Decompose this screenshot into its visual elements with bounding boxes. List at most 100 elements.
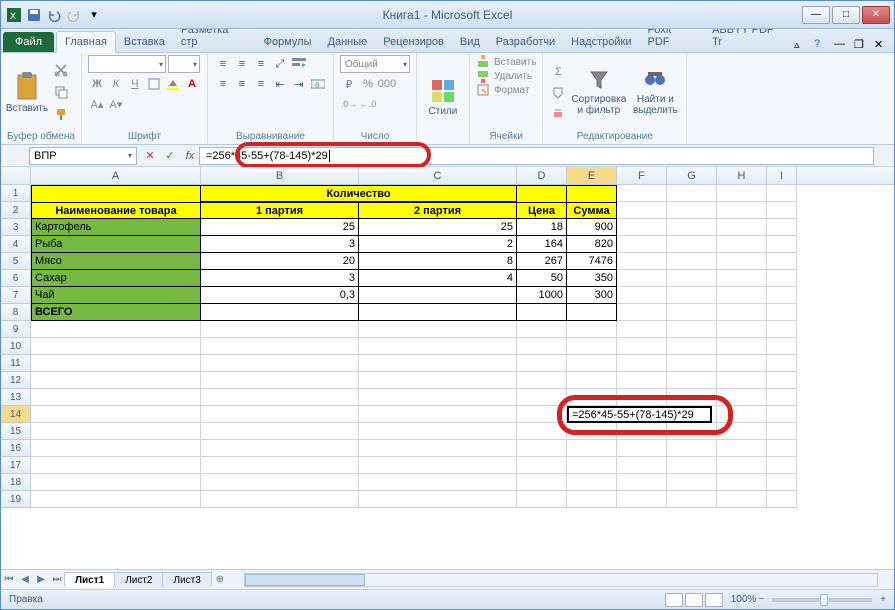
cell[interactable] bbox=[767, 236, 797, 253]
qat-more-icon[interactable]: ▾ bbox=[85, 6, 103, 24]
styles-button[interactable]: Стили bbox=[423, 55, 463, 140]
cell[interactable]: 7476 bbox=[567, 253, 617, 270]
cell[interactable] bbox=[667, 202, 717, 219]
view-pagebreak-icon[interactable] bbox=[705, 593, 723, 607]
cell[interactable] bbox=[617, 253, 667, 270]
font-size-combo[interactable] bbox=[168, 55, 200, 73]
align-middle-icon[interactable]: ≡ bbox=[233, 55, 251, 73]
cell[interactable] bbox=[617, 423, 667, 440]
cell[interactable]: 2 партия bbox=[359, 202, 517, 219]
font-color-icon[interactable]: A bbox=[183, 75, 201, 93]
cell[interactable] bbox=[717, 423, 767, 440]
fx-icon[interactable]: fx bbox=[181, 147, 199, 165]
cell[interactable] bbox=[567, 474, 617, 491]
redo-icon[interactable] bbox=[65, 6, 83, 24]
cell[interactable] bbox=[667, 185, 717, 202]
minimize-ribbon-icon[interactable]: ▵ bbox=[794, 38, 808, 52]
shrink-font-icon[interactable]: A▾ bbox=[107, 95, 125, 113]
cell[interactable] bbox=[359, 389, 517, 406]
percent-icon[interactable]: % bbox=[359, 75, 377, 93]
cell[interactable] bbox=[359, 287, 517, 304]
cell[interactable] bbox=[517, 355, 567, 372]
grid-rows[interactable]: 1Количество2Наименование товара1 партия2… bbox=[1, 185, 894, 569]
cell[interactable] bbox=[617, 219, 667, 236]
comma-icon[interactable]: 000 bbox=[378, 75, 396, 93]
cell[interactable] bbox=[359, 474, 517, 491]
cell[interactable]: Рыба bbox=[31, 236, 201, 253]
help-icon[interactable]: ? bbox=[814, 38, 828, 52]
horizontal-scrollbar[interactable] bbox=[244, 573, 878, 587]
cell[interactable]: 4 bbox=[359, 270, 517, 287]
cell[interactable] bbox=[567, 304, 617, 321]
italic-icon[interactable]: К bbox=[107, 75, 125, 93]
cell[interactable] bbox=[667, 321, 717, 338]
cell[interactable]: 50 bbox=[517, 270, 567, 287]
cell[interactable] bbox=[767, 406, 797, 423]
cell[interactable] bbox=[767, 202, 797, 219]
cell[interactable] bbox=[767, 304, 797, 321]
cell[interactable] bbox=[717, 491, 767, 508]
cell[interactable] bbox=[617, 491, 667, 508]
cell[interactable] bbox=[517, 406, 567, 423]
cell[interactable] bbox=[567, 491, 617, 508]
sheet-nav-first-icon[interactable]: ⏮ bbox=[1, 572, 17, 588]
col-header-C[interactable]: C bbox=[359, 167, 517, 184]
cell[interactable] bbox=[767, 219, 797, 236]
cell[interactable] bbox=[717, 457, 767, 474]
wrap-text-icon[interactable] bbox=[290, 55, 308, 73]
insert-cells-button[interactable]: Вставить bbox=[494, 57, 536, 68]
editing-cell[interactable]: =256*45-55+(78-145)*29 bbox=[567, 406, 712, 423]
cell[interactable] bbox=[717, 321, 767, 338]
cell[interactable] bbox=[767, 389, 797, 406]
cell[interactable]: Количество bbox=[201, 185, 517, 202]
cell[interactable]: Сумма bbox=[567, 202, 617, 219]
maximize-button[interactable]: □ bbox=[832, 6, 860, 24]
formula-input[interactable]: =256*45-55+(78-145)*29 bbox=[199, 147, 874, 165]
cell[interactable] bbox=[767, 185, 797, 202]
cell[interactable] bbox=[667, 287, 717, 304]
format-cells-button[interactable]: Формат bbox=[494, 85, 530, 96]
cell[interactable] bbox=[717, 406, 767, 423]
cell[interactable] bbox=[617, 389, 667, 406]
cell[interactable]: 300 bbox=[567, 287, 617, 304]
cell[interactable] bbox=[567, 457, 617, 474]
cell[interactable] bbox=[617, 474, 667, 491]
cell[interactable] bbox=[667, 355, 717, 372]
cell[interactable] bbox=[517, 372, 567, 389]
cell[interactable] bbox=[201, 355, 359, 372]
cell[interactable] bbox=[717, 389, 767, 406]
orientation-icon[interactable]: ⤢ bbox=[271, 55, 289, 73]
row-header-13[interactable]: 13 bbox=[1, 389, 31, 406]
cell[interactable]: 18 bbox=[517, 219, 567, 236]
cell[interactable] bbox=[717, 236, 767, 253]
row-header-3[interactable]: 3 bbox=[1, 219, 31, 236]
cell[interactable] bbox=[667, 389, 717, 406]
cell[interactable]: 0,3 bbox=[201, 287, 359, 304]
fill-color-icon[interactable] bbox=[164, 75, 182, 93]
col-header-A[interactable]: A bbox=[31, 167, 201, 184]
sheet-nav-prev-icon[interactable]: ◀ bbox=[17, 572, 33, 588]
row-header-6[interactable]: 6 bbox=[1, 270, 31, 287]
cell[interactable] bbox=[31, 389, 201, 406]
cell[interactable] bbox=[667, 372, 717, 389]
tab-view[interactable]: Вид bbox=[452, 32, 488, 52]
col-header-H[interactable]: H bbox=[717, 167, 767, 184]
cell[interactable] bbox=[31, 491, 201, 508]
cell[interactable] bbox=[31, 440, 201, 457]
align-top-icon[interactable]: ≡ bbox=[214, 55, 232, 73]
cell[interactable] bbox=[201, 304, 359, 321]
row-header-19[interactable]: 19 bbox=[1, 491, 31, 508]
copy-icon[interactable] bbox=[51, 82, 71, 102]
cell[interactable]: Наименование товара bbox=[31, 202, 201, 219]
cell[interactable] bbox=[517, 440, 567, 457]
paste-button[interactable]: Вставить bbox=[7, 55, 47, 129]
row-header-18[interactable]: 18 bbox=[1, 474, 31, 491]
cell[interactable] bbox=[617, 372, 667, 389]
col-header-I[interactable]: I bbox=[767, 167, 797, 184]
cell[interactable] bbox=[201, 440, 359, 457]
cell[interactable] bbox=[31, 372, 201, 389]
row-header-8[interactable]: 8 bbox=[1, 304, 31, 321]
cell[interactable] bbox=[767, 321, 797, 338]
cell[interactable]: ВСЕГО bbox=[31, 304, 201, 321]
cell[interactable] bbox=[517, 423, 567, 440]
